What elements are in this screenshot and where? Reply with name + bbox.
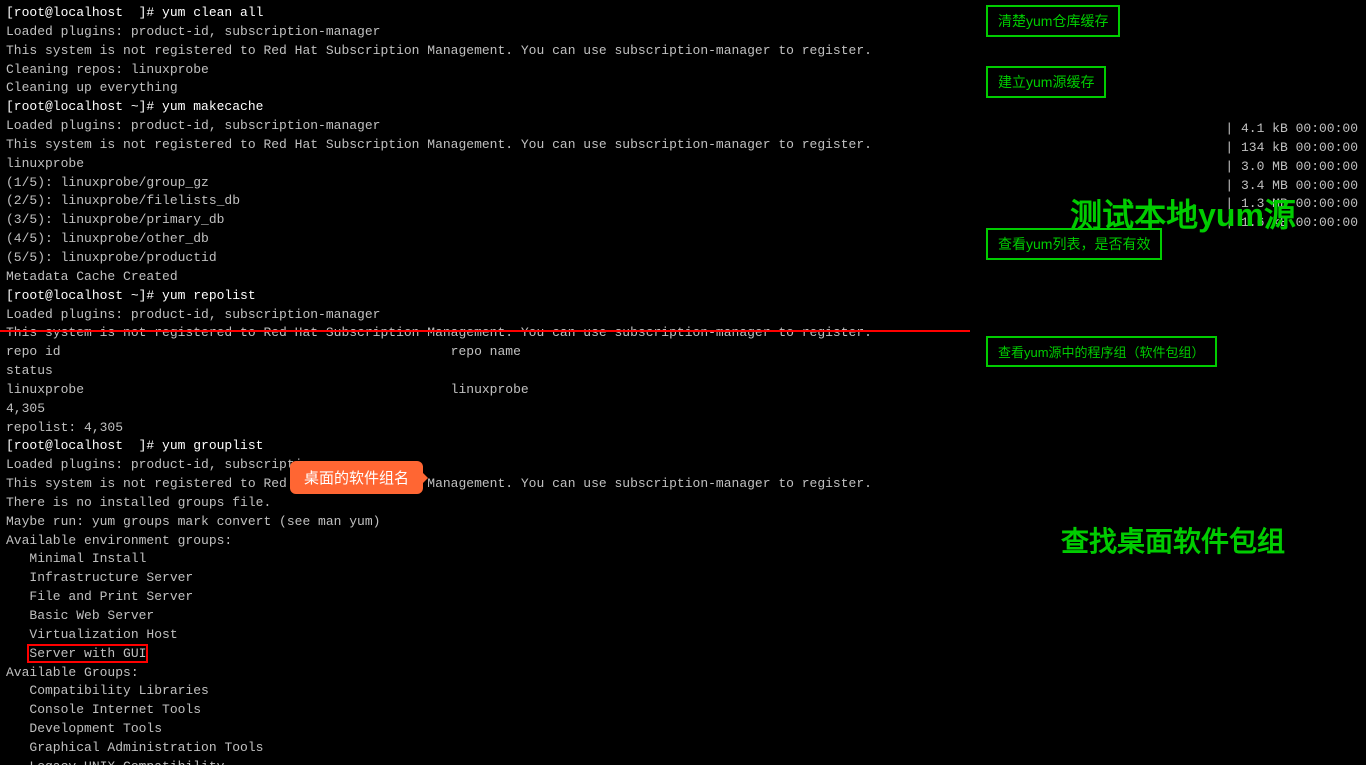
- clear-cache-label: 清楚yum仓库缓存: [986, 5, 1120, 37]
- check-list-box: 查看yum列表，是否有效: [986, 228, 1162, 268]
- right-panel: | 4.1 kB 00:00:00 | 134 kB 00:00:00 | 3.…: [970, 0, 1366, 765]
- size-1: | 4.1 kB 00:00:00: [1225, 120, 1358, 139]
- terminal-area: [root@localhost ]# yum clean all Loaded …: [0, 0, 970, 765]
- clear-cache-box: 清楚yum仓库缓存: [986, 5, 1120, 45]
- build-cache-box: 建立yum源缓存: [986, 66, 1106, 106]
- callout-bubble: 桌面的软件组名: [290, 461, 423, 494]
- build-cache-label: 建立yum源缓存: [986, 66, 1106, 98]
- check-groups-label: 查看yum源中的程序组（软件包组）: [986, 336, 1217, 367]
- server-with-gui-highlight: Server with GUI: [29, 646, 146, 661]
- size-2: | 134 kB 00:00:00: [1225, 139, 1358, 158]
- terminal-output: [root@localhost ]# yum clean all Loaded …: [6, 4, 964, 765]
- check-groups-box: 查看yum源中的程序组（软件包组）: [986, 336, 1217, 375]
- find-desktop-label: 查找桌面软件包组: [996, 520, 1350, 560]
- find-desktop-box: 查找桌面软件包组: [986, 500, 1350, 570]
- check-list-label: 查看yum列表，是否有效: [986, 228, 1162, 260]
